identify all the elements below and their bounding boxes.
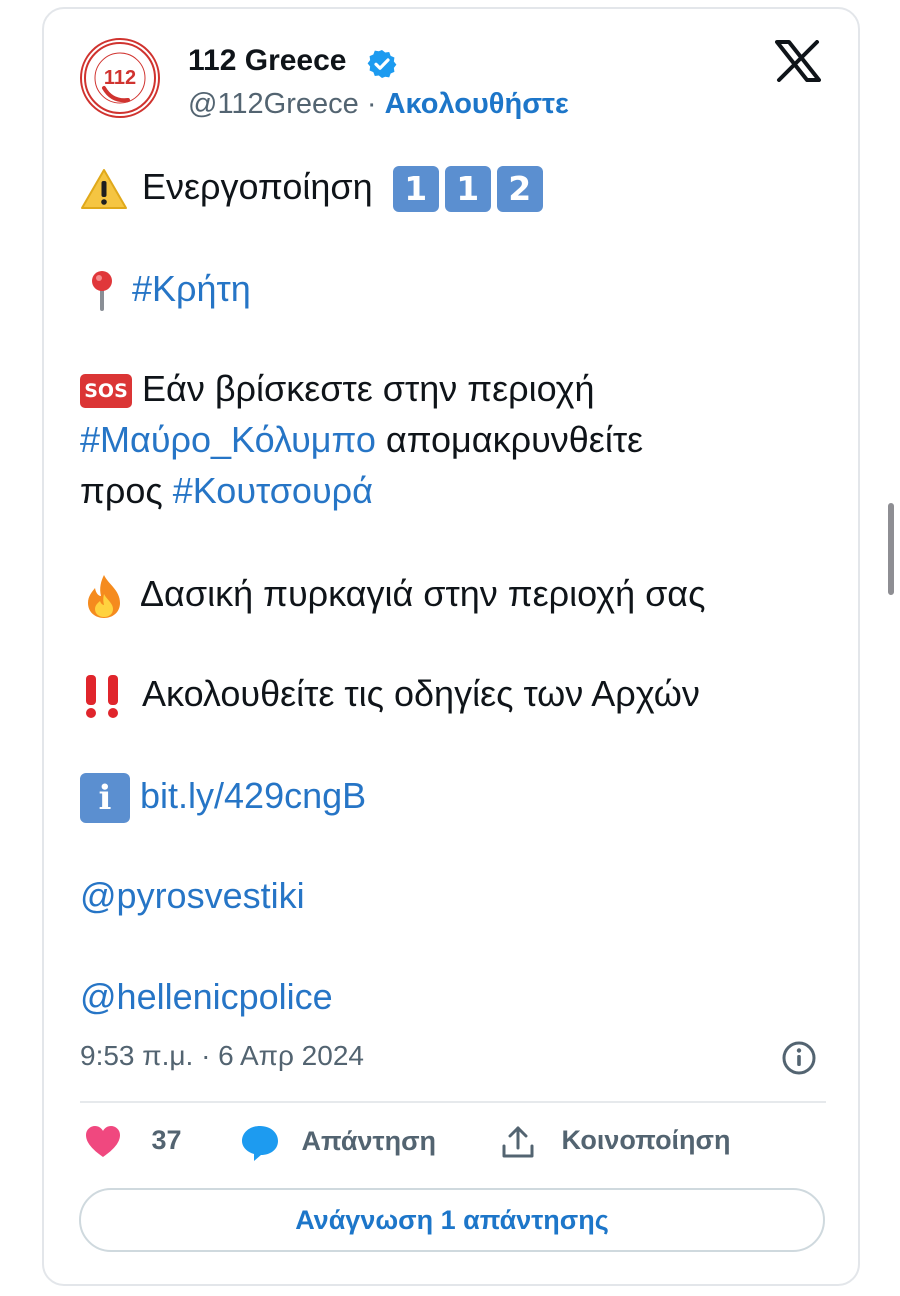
tweet-line-link: i bit.ly/429cngB [80,772,366,824]
reply-label: Απάντηση [301,1126,437,1157]
tweet-timestamp[interactable]: 9:53 π.μ. · 6 Απρ 2024 [80,1040,364,1072]
instructions-text: Ακολουθείτε τις οδηγίες των Αρχών [142,673,700,714]
fire-icon [88,575,120,619]
hashtag-koutsoura-link[interactable]: #Κουτσουρά [173,470,373,511]
keycap-1-icon: 1 [392,166,439,213]
hashtag-crete-link[interactable]: #Κρήτη [132,268,251,309]
mention-pyrosvestiki: @pyrosvestiki [80,872,305,920]
bitly-link[interactable]: bit.ly/429cngB [140,775,366,816]
tweet-line-location: #Κρήτη [80,265,251,315]
mention-hellenicpolice-link[interactable]: @hellenicpolice [80,976,333,1017]
like-action[interactable]: 37 [84,1124,182,1160]
tweet-line-area: #Μαύρο_Κόλυμπο απομακρυνθείτε [80,416,643,464]
share-label: Κοινοποίηση [561,1125,731,1156]
likes-count: 37 [151,1125,182,1156]
tweet-line-activation: Ενεργοποίηση 112 [80,163,549,213]
scrollbar-thumb[interactable] [888,503,894,595]
x-logo-icon[interactable] [775,40,821,82]
read-replies-button[interactable]: Ανάγνωση 1 απάντησης [79,1188,825,1252]
keycap-2-icon: 2 [496,166,543,213]
account-handle[interactable]: @112Greece [188,88,359,120]
sos-icon: SOS [80,374,132,409]
reply-action[interactable]: Απάντηση [240,1124,436,1162]
share-action[interactable]: Κοινοποίηση [500,1124,731,1160]
mention-pyrosvestiki-link[interactable]: @pyrosvestiki [80,875,305,916]
warning-icon [81,169,127,210]
account-avatar[interactable]: 112 [80,38,160,118]
tweet-line-instructions: Ακολουθείτε τις οδηγίες των Αρχών [80,670,700,720]
double-exclamation-icon [86,675,118,719]
hashtag-mavro-kolympo-link[interactable]: #Μαύρο_Κόλυμπο [80,419,376,460]
verified-badge-icon [367,50,397,78]
heart-icon[interactable] [84,1124,122,1160]
handle-row: @112Greece · Ακολουθήστε [188,88,569,121]
round-pushpin-icon [92,271,112,312]
avatar-text: 112 [104,67,136,89]
account-name[interactable]: 112 Greece [188,44,346,78]
tweet-line-sos: SOS Εάν βρίσκεστε στην περιοχή [80,365,595,413]
evacuate-text: απομακρυνθείτε [385,419,644,460]
handle-separator: · [366,88,377,120]
activation-text: Ενεργοποίηση [142,166,373,207]
sos-text: Εάν βρίσκεστε στην περιοχή [142,368,595,409]
mention-hellenicpolice: @hellenicpolice [80,973,333,1021]
follow-button[interactable]: Ακολουθήστε [385,88,569,120]
tweet-line-direction: προς #Κουτσουρά [80,467,373,515]
share-upload-icon[interactable] [500,1124,536,1160]
fire-text: Δασική πυρκαγιά στην περιοχή σας [140,573,706,614]
keycap-1-icon: 1 [444,166,491,213]
actions-divider [80,1101,826,1103]
towards-text: προς [80,470,163,511]
tweet-line-fire: Δασική πυρκαγιά στην περιοχή σας [80,570,705,620]
reply-bubble-icon[interactable] [240,1124,280,1162]
avatar-logo-icon: 112 [84,42,156,114]
information-icon: i [80,773,130,824]
info-circle-icon[interactable] [781,1040,817,1076]
